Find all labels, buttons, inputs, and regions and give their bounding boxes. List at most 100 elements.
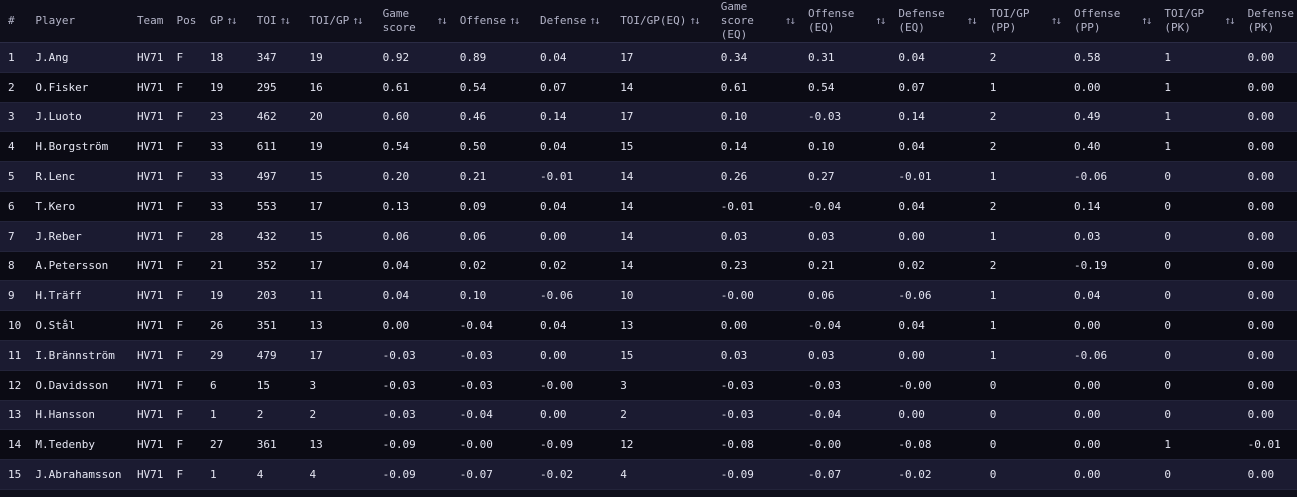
column-header-gp[interactable]: GP ↑↓	[202, 0, 249, 43]
cell-player[interactable]: O.Fisker	[27, 72, 129, 103]
cell-player[interactable]: M.Tedenby	[27, 429, 129, 461]
cell-team: HV71	[128, 191, 169, 222]
cell-offense-pp: 0.00	[1066, 459, 1157, 490]
cell-game-score-eq: 0.00	[712, 310, 801, 341]
table-row[interactable]: 11 I.Brännström HV71 F 29 479 17 -0.03 -0.03 0.00…	[0, 340, 1297, 371]
cell-player[interactable]: H.Träff	[27, 280, 129, 312]
cell-team: HV71	[128, 280, 169, 312]
cell-player[interactable]: H.Hansson	[27, 400, 129, 431]
column-header-toi-gp-pk[interactable]: TOI/GP (PK) ↑↓	[1156, 0, 1240, 43]
cell-pos: F	[168, 131, 203, 163]
cell-player[interactable]: H.Borgström	[27, 131, 129, 163]
cell-toi-gp-pk: 1	[1156, 72, 1240, 103]
sort-icon[interactable]: ↑↓	[1051, 14, 1062, 28]
sort-icon[interactable]: ↑↓	[689, 14, 700, 28]
table-row[interactable]: 10 O.Stål HV71 F 26 351 13 0.00 -0.04 0.04 13 0.00-…	[0, 310, 1297, 341]
cell-game-score: 0.06	[374, 221, 452, 252]
cell-player[interactable]: J.Luoto	[27, 102, 129, 133]
cell-toi-gp-eq: 4	[612, 459, 713, 490]
cell-defense: -0.01	[531, 161, 613, 192]
table-row[interactable]: 8 A.Petersson HV71 F 21 352 17 0.04 0.02 0.02 14 0.…	[0, 251, 1297, 282]
cell-toi-gp-pp: 2	[981, 42, 1067, 73]
column-header-toi[interactable]: TOI ↑↓	[248, 0, 302, 43]
sort-icon[interactable]: ↑↓	[352, 14, 363, 28]
cell-pos: F	[168, 340, 203, 371]
cell-toi: 351	[248, 310, 302, 341]
cell-player[interactable]: I.Brännström	[27, 340, 129, 371]
table-row[interactable]: 13 H.Hansson HV71 F 1 2 2 -0.03 -0.04 0.00 2 -0.03-…	[0, 400, 1297, 431]
player-stats-table: # Player Team Pos GP ↑↓ TOI ↑↓ TOI/GP ↑↓ Ga…	[0, 0, 1297, 490]
column-header-defense[interactable]: Defense ↑↓	[531, 0, 613, 43]
cell-defense-pk: 0.00	[1239, 251, 1297, 282]
cell-offense-pp: 0.03	[1066, 221, 1157, 252]
sort-icon[interactable]: ↑↓	[280, 14, 291, 28]
cell-player[interactable]: O.Stål	[27, 310, 129, 341]
cell-toi: 2	[248, 400, 302, 431]
table-row[interactable]: 14 M.Tedenby HV71 F 27 361 13 -0.09 -0.00 -0.09 12…	[0, 429, 1297, 461]
cell-offense-eq: -0.04	[800, 310, 891, 341]
cell-rank: 10	[0, 310, 28, 341]
table-row[interactable]: 15 J.Abrahamsson HV71 F 1 4 4 -0.09 -0.07 -0.02 4-…	[0, 459, 1297, 490]
column-header-offense[interactable]: Offense ↑↓	[451, 0, 532, 43]
table-row[interactable]: 3 J.Luoto HV71 F 23 462 20 0.60 0.46 0.14 17 0.10 -0…	[0, 102, 1297, 133]
column-header-defense-eq[interactable]: Defense (EQ) ↑↓	[890, 0, 982, 43]
cell-toi: 4	[248, 459, 302, 490]
cell-gp: 23	[202, 102, 249, 133]
table-row[interactable]: 7 J.Reber HV71 F 28 432 15 0.06 0.06 0.00 14 0.03 0.…	[0, 221, 1297, 252]
cell-game-score-eq: -0.03	[712, 370, 801, 401]
cell-player[interactable]: A.Petersson	[27, 251, 129, 282]
cell-offense: -0.04	[451, 310, 532, 341]
column-header-toi-gp[interactable]: TOI/GP ↑↓	[301, 0, 375, 43]
cell-player[interactable]: J.Reber	[27, 221, 129, 252]
cell-gp: 19	[202, 280, 249, 312]
table-row[interactable]: 5 R.Lenc HV71 F 33 497 15 0.20 0.21 -0.01 14 0.26 0.…	[0, 161, 1297, 192]
cell-defense: -0.06	[531, 280, 613, 312]
column-header-game-score[interactable]: Game score ↑↓	[374, 0, 452, 43]
table-row[interactable]: 4 H.Borgström HV71 F 33 611 19 0.54 0.50 0.04 15 0.…	[0, 131, 1297, 163]
column-header-toi-gp-pp[interactable]: TOI/GP (PP) ↑↓	[981, 0, 1067, 43]
column-header-team[interactable]: Team	[128, 0, 169, 43]
column-header-defense-pk[interactable]: Defense (PK)	[1239, 0, 1297, 43]
cell-toi-gp: 17	[301, 340, 375, 371]
cell-toi: 347	[248, 42, 302, 73]
sort-icon[interactable]: ↑↓	[967, 14, 978, 28]
table-row[interactable]: 1 J.Ang HV71 F 18 347 19 0.92 0.89 0.04 17 0.34 0.31…	[0, 42, 1297, 73]
sort-icon[interactable]: ↑↓	[785, 14, 796, 28]
cell-offense-pp: 0.40	[1066, 131, 1157, 163]
sort-icon[interactable]: ↑↓	[589, 14, 600, 28]
cell-player[interactable]: R.Lenc	[27, 161, 129, 192]
column-header-pos[interactable]: Pos	[168, 0, 203, 43]
sort-icon[interactable]: ↑↓	[1224, 14, 1235, 28]
sort-icon[interactable]: ↑↓	[875, 14, 886, 28]
cell-gp: 1	[202, 459, 249, 490]
cell-offense: 0.09	[451, 191, 532, 222]
cell-player[interactable]: O.Davidsson	[27, 370, 129, 401]
column-header-toi-gp-eq[interactable]: TOI/GP(EQ) ↑↓	[612, 0, 713, 43]
cell-player[interactable]: T.Kero	[27, 191, 129, 222]
table-row[interactable]: 9 H.Träff HV71 F 19 203 11 0.04 0.10 -0.06 10 -0.00…	[0, 280, 1297, 312]
cell-offense-pp: 0.58	[1066, 42, 1157, 73]
sort-icon[interactable]: ↑↓	[1141, 14, 1152, 28]
cell-toi-gp-eq: 10	[612, 280, 713, 312]
cell-toi-gp-eq: 17	[612, 42, 713, 73]
cell-defense: 0.04	[531, 42, 613, 73]
sort-icon[interactable]: ↑↓	[437, 14, 448, 28]
sort-icon[interactable]: ↑↓	[509, 14, 520, 28]
column-header-offense-pp[interactable]: Offense (PP) ↑↓	[1066, 0, 1157, 43]
cell-player[interactable]: J.Abrahamsson	[27, 459, 129, 490]
cell-offense-eq: 0.03	[800, 340, 891, 371]
sort-icon[interactable]: ↑↓	[226, 14, 237, 28]
cell-offense-pp: 0.00	[1066, 72, 1157, 103]
table-row[interactable]: 2 O.Fisker HV71 F 19 295 16 0.61 0.54 0.07 14 0.61 0…	[0, 72, 1297, 103]
column-header-offense-eq[interactable]: Offense (EQ) ↑↓	[800, 0, 891, 43]
table-row[interactable]: 6 T.Kero HV71 F 33 553 17 0.13 0.09 0.04 14 -0.01 -0…	[0, 191, 1297, 222]
cell-toi-gp-pp: 1	[981, 72, 1067, 103]
cell-toi-gp-eq: 14	[612, 72, 713, 103]
cell-player[interactable]: J.Ang	[27, 42, 129, 73]
cell-offense-eq: 0.54	[800, 72, 891, 103]
column-header-player[interactable]: Player	[27, 0, 129, 43]
table-row[interactable]: 12 O.Davidsson HV71 F 6 15 3 -0.03 -0.03 -0.00 3 -0…	[0, 370, 1297, 401]
column-header-game-score-eq[interactable]: Game score (EQ) ↑↓	[712, 0, 801, 43]
cell-toi: 497	[248, 161, 302, 192]
cell-defense: -0.02	[531, 459, 613, 490]
